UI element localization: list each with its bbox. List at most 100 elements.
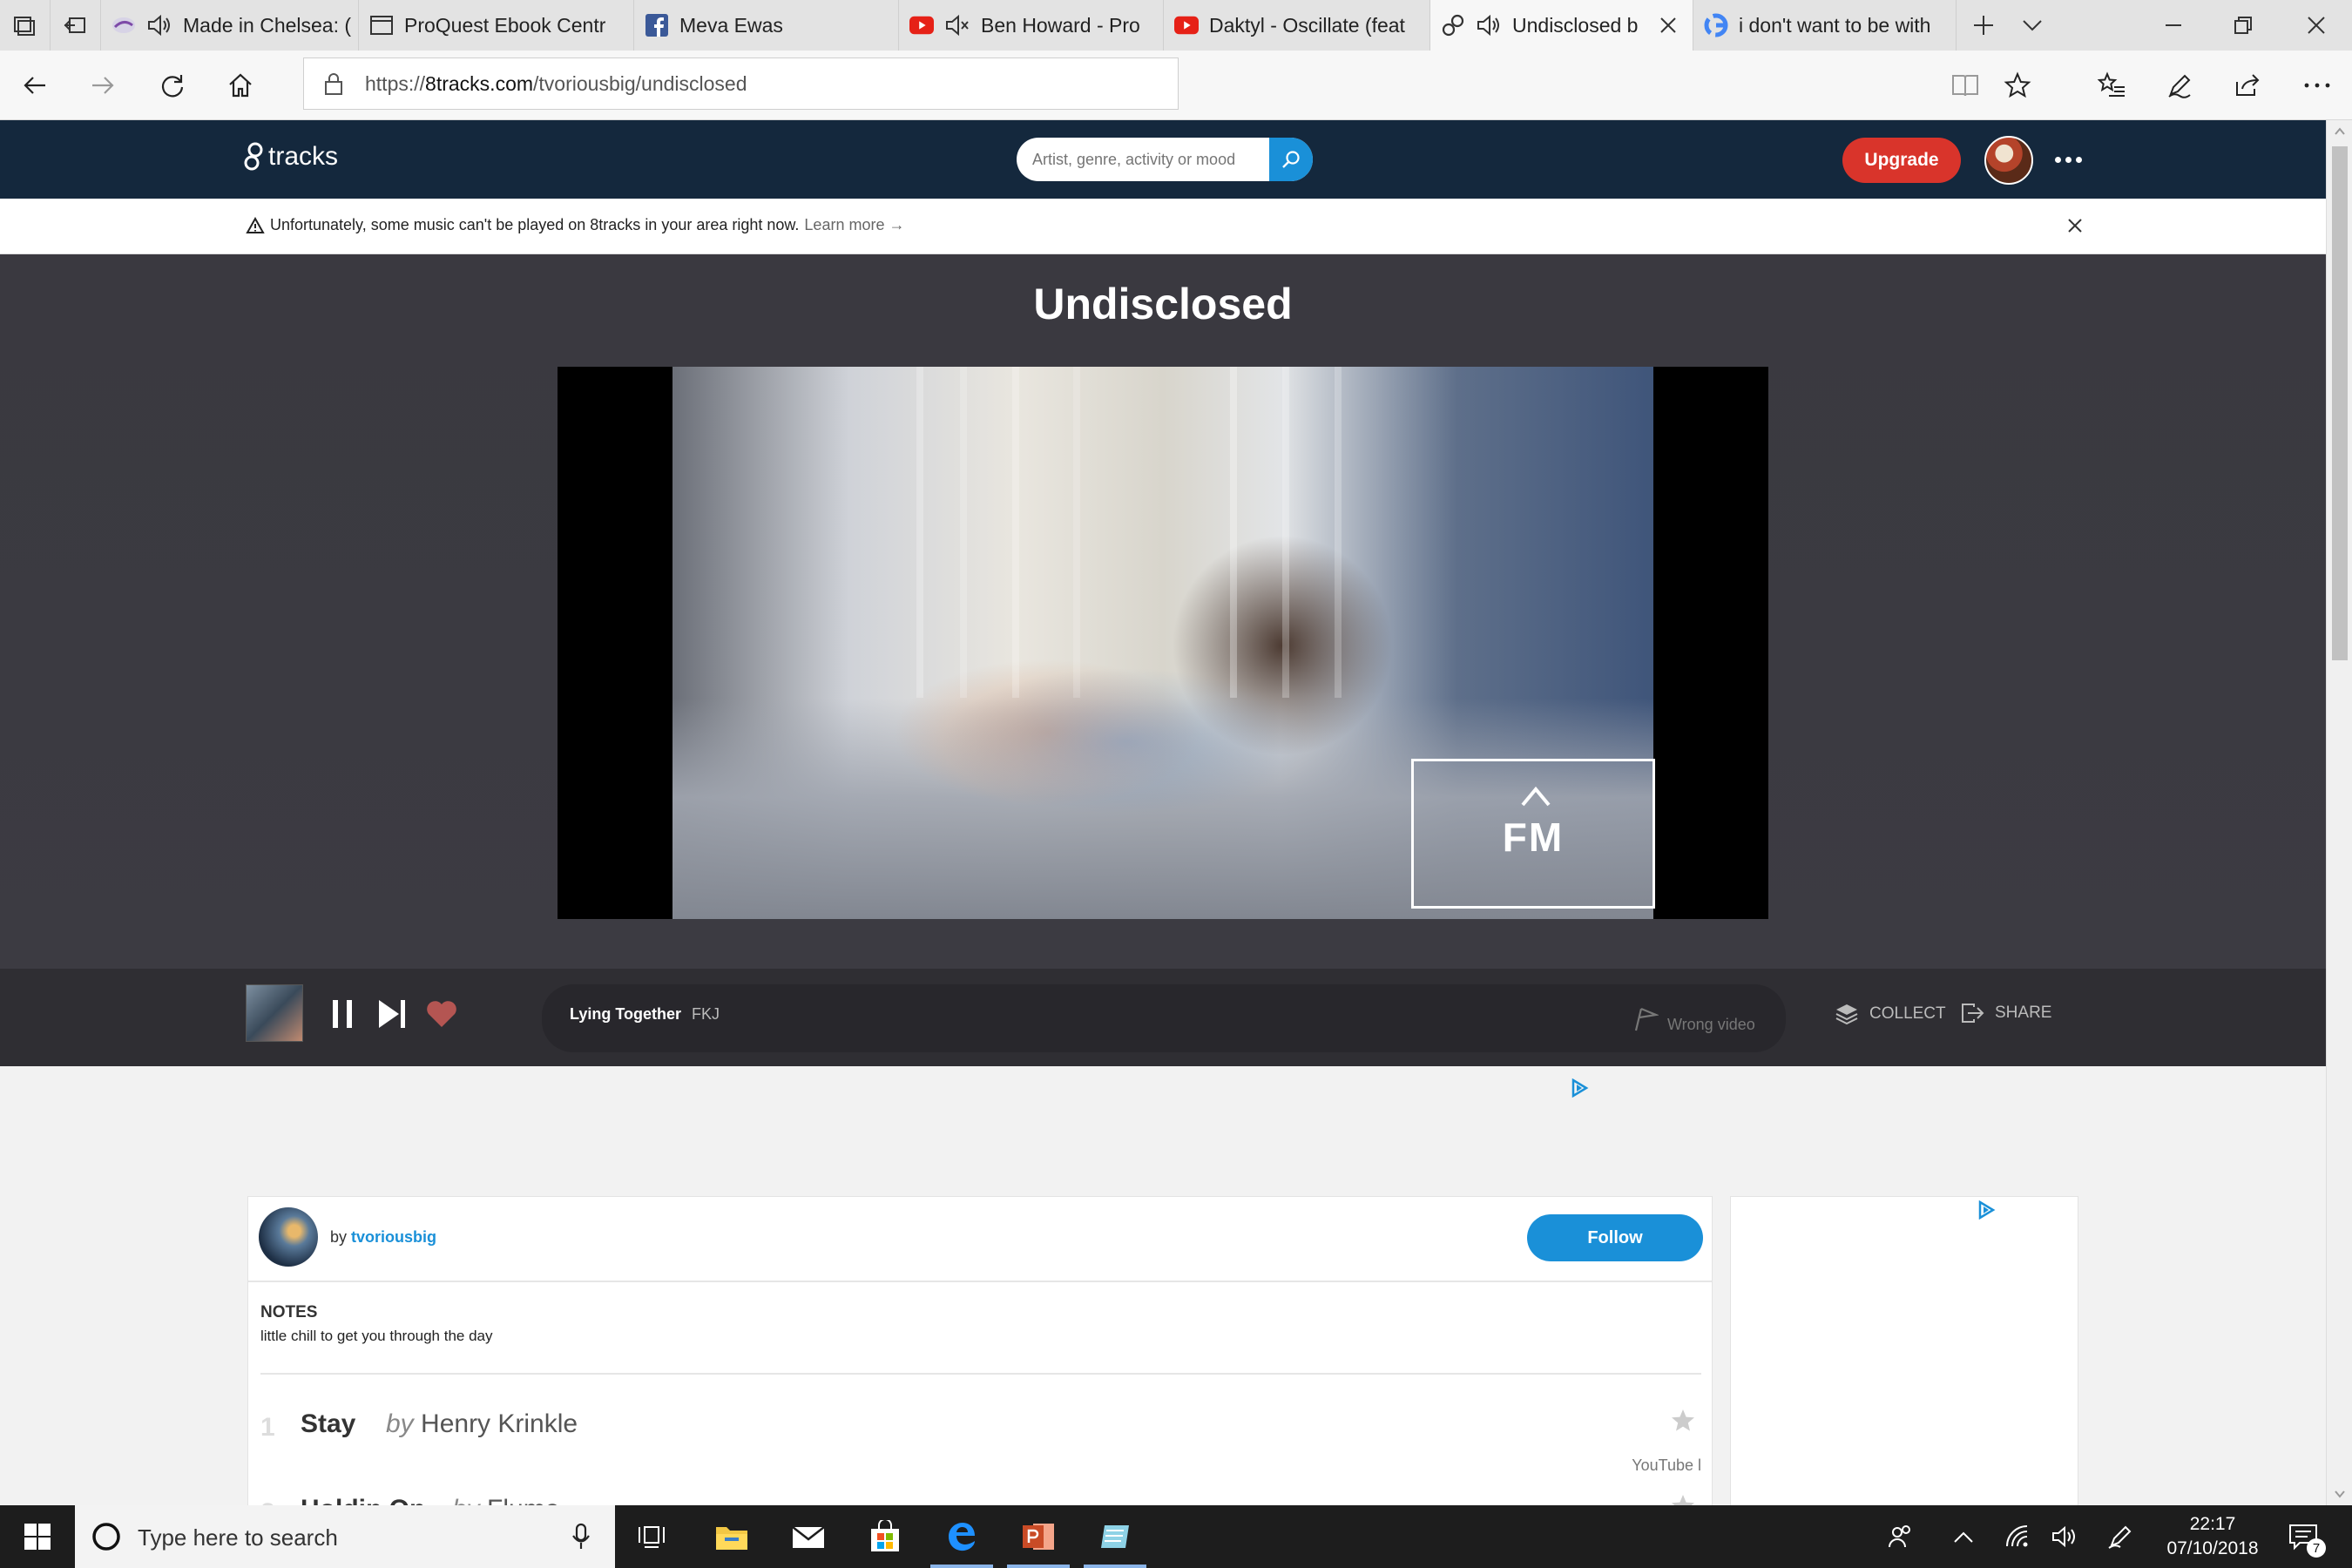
restore-button[interactable] — [2209, 0, 2277, 51]
notepad-app-icon — [1101, 1525, 1129, 1548]
back-button[interactable] — [12, 63, 57, 108]
adchoices-icon[interactable] — [1570, 1078, 1589, 1098]
favorites-list-icon — [2097, 71, 2125, 97]
notes-heading: NOTES — [260, 1303, 318, 1321]
favorites-hub-button[interactable] — [2089, 63, 2134, 108]
share-page-button[interactable] — [2225, 63, 2270, 108]
forward-button[interactable] — [80, 63, 125, 108]
close-window-button[interactable] — [2282, 0, 2350, 51]
tab-facebook[interactable]: Meva Ewas — [634, 0, 899, 51]
chevron-down-icon — [2023, 20, 2042, 31]
creator-avatar[interactable] — [259, 1207, 318, 1267]
task-view-icon — [639, 1526, 665, 1548]
home-button[interactable] — [218, 63, 263, 108]
pause-icon[interactable] — [329, 997, 355, 1031]
action-center-button[interactable]: 7 — [2282, 1516, 2326, 1558]
wrong-video-button[interactable]: Wrong video — [1632, 1004, 1755, 1034]
share-button[interactable]: SHARE — [1960, 1002, 2051, 1024]
set-aside-icon — [64, 17, 85, 33]
user-avatar[interactable] — [1984, 136, 2033, 185]
ink-workspace-button[interactable] — [2099, 1516, 2141, 1558]
show-hidden-icons-button[interactable] — [1943, 1516, 1984, 1558]
now-playing-title: Lying Together — [570, 1005, 681, 1023]
address-bar[interactable]: https://8tracks.com/tvoriousbig/undisclo… — [303, 57, 1179, 110]
people-button[interactable] — [1880, 1516, 1922, 1558]
tab-daktyl[interactable]: Daktyl - Oscillate (feat — [1164, 0, 1430, 51]
mix-details-card: by tvoriousbig Follow NOTES little chill… — [247, 1196, 1713, 1527]
back-arrow-icon — [24, 77, 45, 94]
close-tab-icon[interactable] — [1656, 13, 1680, 37]
now-playing-thumbnail[interactable] — [246, 984, 303, 1042]
tab-google-search[interactable]: i don't want to be with — [1693, 0, 1957, 51]
speaker-icon[interactable] — [1476, 13, 1502, 37]
tab-undisclosed[interactable]: Undisclosed b — [1430, 0, 1693, 51]
microphone-icon[interactable] — [571, 1523, 591, 1551]
pen-ink-icon — [2108, 1525, 2132, 1549]
close-icon — [2308, 17, 2325, 34]
page-scrollbar[interactable] — [2326, 120, 2352, 1505]
site-favicon-icon — [112, 13, 136, 37]
close-notice-icon[interactable] — [2062, 213, 2088, 239]
settings-more-button[interactable] — [2295, 63, 2340, 108]
start-button[interactable] — [0, 1505, 75, 1568]
volume-button[interactable] — [2044, 1516, 2085, 1558]
url-text: https://8tracks.com/tvoriousbig/undisclo… — [365, 72, 747, 95]
track-row[interactable]: 1 Stay by Henry Krinkle YouTube l — [260, 1387, 1701, 1474]
taskbar-search-box[interactable]: Type here to search — [75, 1505, 615, 1568]
layers-icon — [1835, 1004, 1858, 1025]
store-button[interactable] — [864, 1516, 906, 1558]
minimize-button[interactable] — [2139, 0, 2207, 51]
taskbar-clock[interactable]: 22:17 07/10/2018 — [2152, 1512, 2274, 1561]
collect-button[interactable]: COLLECT — [1835, 1002, 1946, 1026]
warning-icon — [246, 216, 265, 233]
upgrade-button[interactable]: Upgrade — [1842, 138, 1961, 183]
follow-button[interactable]: Follow — [1527, 1214, 1703, 1261]
creator-link[interactable]: tvoriousbig — [351, 1228, 436, 1246]
fm-logo: FM — [1502, 814, 1565, 860]
google-icon — [1704, 13, 1728, 37]
app-button[interactable] — [1094, 1516, 1136, 1558]
mail-button[interactable] — [787, 1516, 829, 1558]
notice-message: Unfortunately, some music can't be playe… — [246, 216, 904, 234]
tab-ben-howard[interactable]: Ben Howard - Pro — [899, 0, 1164, 51]
8tracks-logo[interactable]: tracks — [244, 141, 338, 172]
refresh-icon — [161, 75, 184, 98]
muted-speaker-icon[interactable] — [944, 13, 970, 37]
video-player[interactable]: FM — [558, 367, 1768, 919]
adchoices-icon[interactable] — [1977, 1200, 1996, 1220]
wifi-icon — [2006, 1525, 2028, 1547]
file-explorer-button[interactable] — [711, 1516, 753, 1558]
tab-made-in-chelsea[interactable]: Made in Chelsea: ( — [101, 0, 359, 51]
network-button[interactable] — [1997, 1516, 2038, 1558]
search-button[interactable] — [1269, 138, 1313, 181]
tab-title: Meva Ewas — [679, 13, 783, 37]
task-view-button[interactable] — [631, 1516, 672, 1558]
scroll-up-icon[interactable] — [2334, 127, 2346, 136]
edge-button[interactable] — [941, 1516, 983, 1558]
powerpoint-button[interactable] — [1017, 1516, 1059, 1558]
scroll-down-icon[interactable] — [2334, 1490, 2346, 1498]
site-search-input[interactable] — [1032, 138, 1267, 181]
learn-more-link[interactable]: Learn more → — [804, 216, 904, 234]
tab-proquest[interactable]: ProQuest Ebook Centr — [359, 0, 634, 51]
skip-next-icon[interactable] — [376, 997, 408, 1031]
video-watermark-box: FM — [1411, 759, 1655, 909]
scrollbar-thumb[interactable] — [2332, 146, 2348, 660]
more-dots-icon — [2304, 83, 2330, 88]
refresh-button[interactable] — [150, 63, 195, 108]
more-menu-button[interactable] — [2051, 146, 2085, 172]
speaker-icon[interactable] — [146, 13, 172, 37]
tab-title: Undisclosed b — [1512, 13, 1639, 37]
minimize-icon — [2166, 24, 2181, 26]
tab-list-button[interactable] — [2000, 0, 2065, 51]
web-note-button[interactable] — [2157, 63, 2202, 108]
browser-toolbar: https://8tracks.com/tvoriousbig/undisclo… — [0, 51, 2352, 120]
store-bag-icon — [871, 1520, 899, 1551]
heart-icon[interactable] — [425, 998, 458, 1030]
favorite-button[interactable] — [1995, 63, 2040, 108]
star-icon[interactable] — [1670, 1408, 1696, 1434]
active-app-indicator — [930, 1565, 993, 1568]
reading-view-button[interactable] — [1943, 63, 1988, 108]
set-aside-tabs-button[interactable] — [51, 0, 101, 51]
tab-preview-button[interactable] — [0, 0, 51, 51]
